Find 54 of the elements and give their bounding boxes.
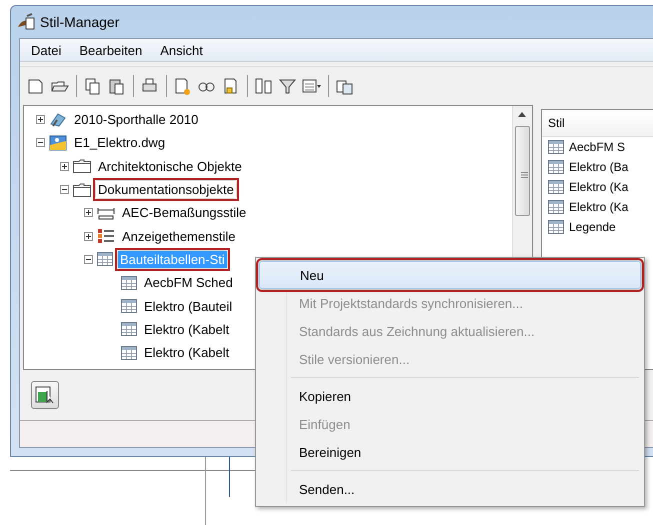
list-item[interactable]: Legende — [569, 220, 616, 234]
table-icon — [548, 140, 564, 154]
drawing-file-icon — [49, 134, 67, 151]
menu-item[interactable]: Bearbeiten — [70, 42, 152, 58]
filter-icon[interactable] — [278, 76, 298, 96]
menu-item[interactable]: Ansicht — [151, 42, 212, 58]
tree-item[interactable]: Anzeigethemenstile — [120, 228, 238, 245]
collapse-icon[interactable] — [60, 185, 69, 194]
tree-item[interactable]: Architektonische Objekte — [96, 158, 244, 175]
collapse-icon[interactable] — [84, 254, 93, 264]
menu-item[interactable]: Datei — [22, 42, 70, 58]
menu-item[interactable]: Bereinigen — [259, 438, 641, 466]
tree-item[interactable]: AecbFM Sched — [142, 274, 235, 292]
list-item[interactable]: AecbFM S — [569, 140, 626, 154]
tree-item[interactable]: E1_Elektro.dwg — [72, 134, 168, 152]
tree-item[interactable]: Elektro (Kabelt — [142, 344, 232, 362]
list-item[interactable]: Elektro (Ka — [569, 200, 628, 214]
scroll-up-icon[interactable] — [518, 112, 526, 117]
expand-icon[interactable] — [84, 232, 93, 241]
view-dropdown-icon[interactable] — [302, 76, 322, 96]
expand-icon[interactable] — [36, 115, 45, 124]
expand-icon[interactable] — [84, 208, 93, 218]
table-icon — [548, 220, 564, 234]
new-style-icon[interactable] — [173, 76, 193, 96]
scrollbar-thumb[interactable] — [515, 126, 530, 216]
table-icon — [548, 180, 564, 194]
menu-item[interactable]: Neu — [259, 261, 641, 289]
toolbar-button[interactable] — [31, 381, 59, 409]
list-item[interactable]: Elektro (Ba — [569, 160, 628, 174]
dimension-icon — [97, 206, 115, 220]
expand-icon[interactable] — [60, 162, 69, 171]
tree-item[interactable]: Elektro (Bauteil — [142, 298, 234, 315]
table-icon — [121, 276, 137, 290]
table-icon — [121, 346, 137, 360]
brush-icon — [17, 13, 35, 31]
menu-item[interactable]: Kopieren — [259, 382, 641, 410]
table-icon — [548, 200, 564, 214]
folder-icon — [73, 182, 91, 197]
collapse-icon[interactable] — [36, 138, 45, 148]
tree-item[interactable]: 2010-Sporthalle 2010 — [72, 111, 200, 128]
tree-item[interactable]: AEC-Bemaßungsstile — [120, 204, 248, 222]
list-icon — [97, 228, 115, 244]
window-title: Stil-Manager — [40, 14, 120, 30]
table-icon — [548, 160, 564, 174]
tree-item[interactable]: Dokumentationsobjekte — [96, 181, 236, 198]
folder-icon — [73, 159, 91, 174]
compare-icon[interactable] — [254, 76, 274, 96]
table-icon — [121, 322, 137, 336]
grip-icon — [521, 172, 528, 178]
tree-item[interactable]: Elektro (Kabelt — [142, 320, 232, 338]
list-item[interactable]: Elektro (Ka — [569, 180, 628, 194]
menu-item[interactable]: Senden... — [259, 475, 641, 503]
table-icon — [121, 299, 137, 314]
table-icon — [97, 252, 113, 266]
